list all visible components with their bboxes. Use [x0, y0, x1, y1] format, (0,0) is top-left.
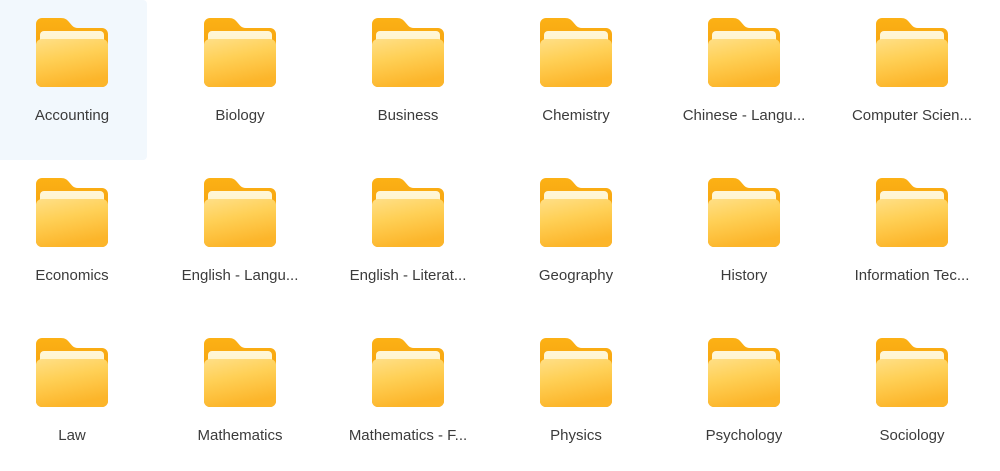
folder-item[interactable]: Information Tec...	[837, 160, 987, 320]
folder-front	[36, 359, 108, 407]
folder-front	[204, 39, 276, 87]
folder-icon	[872, 177, 952, 249]
folder-front	[708, 199, 780, 247]
folder-front	[36, 199, 108, 247]
folder-front	[540, 39, 612, 87]
folder-icon	[536, 177, 616, 249]
folder-label: Psychology	[706, 427, 783, 445]
folder-label: Physics	[550, 427, 602, 445]
folder-item[interactable]: Sociology	[837, 320, 987, 471]
folder-icon	[704, 177, 784, 249]
folder-item[interactable]: Chinese - Langu...	[669, 0, 819, 160]
folder-front	[372, 39, 444, 87]
folder-label: Business	[378, 107, 439, 125]
folder-icon	[32, 337, 112, 409]
folder-front	[876, 39, 948, 87]
folder-item[interactable]: History	[669, 160, 819, 320]
folder-item[interactable]: Geography	[501, 160, 651, 320]
file-explorer-items-view: Accounting Biology Business Chemistry	[0, 0, 1000, 471]
folder-item[interactable]: English - Langu...	[165, 160, 315, 320]
folder-item[interactable]: Mathematics - F...	[333, 320, 483, 471]
folder-front	[708, 39, 780, 87]
folder-icon	[872, 337, 952, 409]
folder-front	[708, 359, 780, 407]
folder-item[interactable]: Accounting	[0, 0, 147, 160]
folder-label: Sociology	[879, 427, 944, 445]
folder-item[interactable]: English - Literat...	[333, 160, 483, 320]
folder-item[interactable]: Chemistry	[501, 0, 651, 160]
folder-front	[204, 199, 276, 247]
folder-label: Computer Scien...	[852, 107, 972, 125]
folder-label: Chinese - Langu...	[683, 107, 806, 125]
folder-label: Biology	[215, 107, 264, 125]
folder-front	[540, 199, 612, 247]
folder-icon	[200, 17, 280, 89]
folder-label: Chemistry	[542, 107, 610, 125]
folder-icon	[32, 17, 112, 89]
folder-icon	[536, 337, 616, 409]
folder-label: Mathematics - F...	[349, 427, 467, 445]
folder-front	[540, 359, 612, 407]
folder-icon	[704, 17, 784, 89]
folder-icon	[200, 177, 280, 249]
folder-item[interactable]: Mathematics	[165, 320, 315, 471]
folder-icon	[536, 17, 616, 89]
folder-front	[372, 359, 444, 407]
folder-label: Information Tec...	[855, 267, 970, 285]
folder-item[interactable]: Biology	[165, 0, 315, 160]
folder-front	[372, 199, 444, 247]
folder-icon	[200, 337, 280, 409]
folder-front	[204, 359, 276, 407]
folder-label: History	[721, 267, 768, 285]
folder-icon	[872, 17, 952, 89]
folder-icon	[368, 337, 448, 409]
folder-icon	[32, 177, 112, 249]
folder-item[interactable]: Law	[0, 320, 147, 471]
folder-label: Geography	[539, 267, 613, 285]
folder-label: Economics	[35, 267, 108, 285]
folder-icon	[368, 177, 448, 249]
folder-label: Accounting	[35, 107, 109, 125]
folder-item[interactable]: Business	[333, 0, 483, 160]
folder-front	[876, 359, 948, 407]
folder-label: English - Langu...	[182, 267, 299, 285]
folder-front	[876, 199, 948, 247]
folder-icon	[704, 337, 784, 409]
folder-icon	[368, 17, 448, 89]
folder-item[interactable]: Economics	[0, 160, 147, 320]
folder-item[interactable]: Computer Scien...	[837, 0, 987, 160]
folder-front	[36, 39, 108, 87]
folder-item[interactable]: Psychology	[669, 320, 819, 471]
folder-item[interactable]: Physics	[501, 320, 651, 471]
folder-label: Mathematics	[197, 427, 282, 445]
folder-grid: Accounting Biology Business Chemistry	[0, 0, 1000, 471]
folder-label: Law	[58, 427, 86, 445]
folder-label: English - Literat...	[350, 267, 467, 285]
